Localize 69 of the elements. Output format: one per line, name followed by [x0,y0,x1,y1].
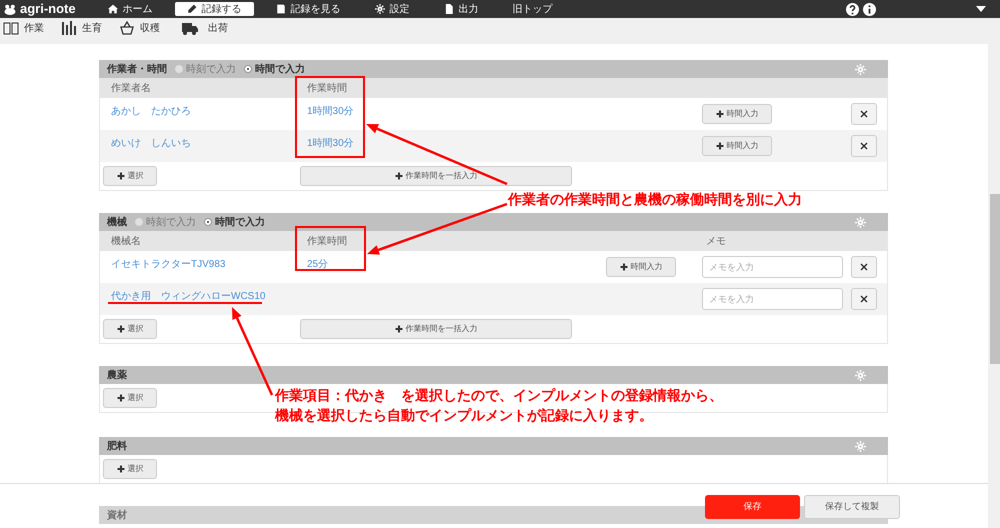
document-icon [444,4,454,14]
memo-field[interactable]: メモを入力 [702,256,843,278]
highlight-frame [295,226,366,271]
bulk-input-button[interactable]: 作業時間を一括入力 [300,166,572,186]
annotation-text: 作業項目：代かき を選択したので、インプルメントの登録情報から、 [275,386,723,404]
radio-option[interactable]: 時間で入力 [204,214,265,230]
section-title: 肥料 [107,440,127,454]
select-button[interactable]: 選択 [103,459,157,479]
subnav-link[interactable]: 作業 [0,20,44,36]
save-button[interactable]: 保存 [705,495,800,519]
nav-tab[interactable]: ホーム [96,2,165,16]
info-icon[interactable] [863,2,876,16]
nav-tab[interactable]: 記録する [174,2,254,16]
close-icon [860,142,868,150]
close-icon [860,263,868,271]
column-header: 機械名 [110,234,141,248]
section-title: 農薬 [107,368,127,382]
row-name-link[interactable]: イセキトラクターTJV983 [100,257,226,272]
subnav-link[interactable]: 生育 [58,20,102,36]
plus-icon [116,465,124,473]
row-name-link[interactable]: あかし たかひろ [100,104,191,119]
column-header: 作業時間 [306,234,347,248]
section-title: 資材 [107,508,127,522]
close-icon [860,295,868,303]
time-input-button[interactable]: 時間入力 [702,104,772,124]
plus-icon [620,263,628,271]
nav-tab[interactable]: 旧トップ [500,2,565,16]
radio-option[interactable]: 時間で入力 [244,62,305,76]
subnav-link[interactable]: 出荷 [174,20,228,36]
time-input-button[interactable]: 時間入力 [606,257,676,277]
plus-icon [116,172,124,180]
plus-icon [716,110,724,118]
select-button[interactable]: 選択 [103,319,157,339]
plus-icon [394,172,402,180]
annotation-text: 作業者の作業時間と農機の稼働時間を別に入力 [508,190,802,208]
nav-tab[interactable]: 記録を見る [264,2,353,16]
section-title: 機械 [107,216,127,230]
pencil-icon [186,4,197,14]
select-button[interactable]: 選択 [103,166,157,186]
delete-button[interactable] [851,103,877,125]
column-header: メモ [705,234,726,248]
time-link[interactable]: 1時間30分 [301,104,354,119]
nav-tab[interactable]: 出力 [432,2,491,16]
delete-button[interactable] [851,135,877,157]
home-icon [108,4,118,14]
select-button[interactable]: 選択 [103,388,157,408]
plus-icon [116,394,124,402]
settings-icon [374,4,385,14]
bulk-input-button[interactable]: 作業時間を一括入力 [300,319,572,339]
plus-icon [394,325,402,333]
save-copy-button[interactable]: 保存して複製 [804,495,900,519]
section-title: 作業者・時間 [107,62,167,76]
annotation-text: 機械を選択したら自動でインプルメントが記録に入ります。 [275,406,653,424]
subnav-link[interactable]: 収穫 [116,20,160,36]
column-header: 作業者名 [110,82,151,96]
delete-button[interactable] [851,256,877,278]
nav-tab[interactable]: 設定 [362,2,422,16]
close-icon [860,110,868,118]
caret-icon[interactable] [976,6,986,12]
help-icon[interactable] [846,2,859,16]
app-logo[interactable]: agri-note [4,0,76,19]
scrollbar-thumb[interactable] [990,194,1000,364]
plus-icon [116,325,124,333]
memo-field[interactable]: メモを入力 [702,288,843,310]
delete-button[interactable] [851,288,877,310]
column-header: 作業時間 [306,82,347,96]
plus-icon [716,142,724,150]
time-input-button[interactable]: 時間入力 [702,136,772,156]
scrollbar[interactable] [988,44,1000,528]
